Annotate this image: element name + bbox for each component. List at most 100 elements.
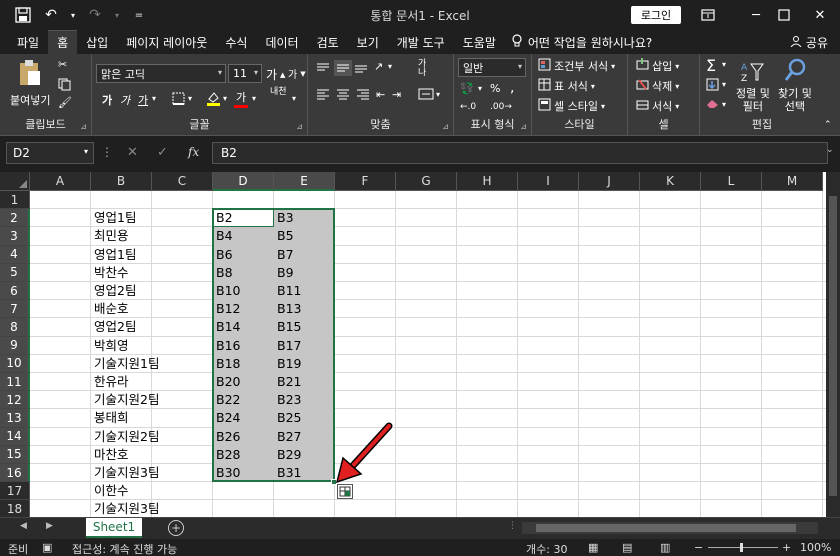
cell-b16[interactable]: 기술지원3팀 <box>91 464 159 482</box>
zoom-out-icon[interactable]: − <box>694 541 703 554</box>
zoom-level[interactable]: 100% <box>800 541 831 554</box>
tell-me-box[interactable]: 어떤 작업을 원하시나요? <box>511 33 652 51</box>
column-header-b[interactable]: B <box>91 172 152 191</box>
tab-page-layout[interactable]: 페이지 레이아웃 <box>117 30 216 54</box>
decrease-decimal-icon[interactable]: .00→ <box>490 102 512 112</box>
cell-styles-button[interactable]: 셀 스타일 ▾ <box>538 98 605 114</box>
bold-button[interactable]: 가 <box>102 92 112 108</box>
delete-cells-button[interactable]: 삭제 ▾ <box>636 78 679 94</box>
number-format-select[interactable]: 일반 ▾ <box>458 58 526 77</box>
row-header-11[interactable]: 11 <box>0 373 30 392</box>
customize-qat-icon[interactable]: = <box>128 4 150 26</box>
fill-color-dropdown-icon[interactable]: ▾ <box>223 94 227 103</box>
font-color-button[interactable]: 가 <box>234 89 248 108</box>
row-header-16[interactable]: 16 <box>0 464 30 483</box>
cell-b18[interactable]: 기술지원3팀 <box>91 500 159 517</box>
align-center-icon[interactable] <box>336 88 350 100</box>
accessibility-status[interactable]: 접근성: 계속 진행 가능 <box>72 541 177 556</box>
redo-icon[interactable]: ↷ <box>84 4 106 26</box>
comma-button[interactable]: , <box>510 80 514 96</box>
next-sheet-icon[interactable]: ▶ <box>46 521 53 531</box>
phonetic-button[interactable]: 내천 <box>270 88 287 97</box>
increase-font-icon[interactable]: 가 ▲ <box>266 66 285 83</box>
increase-decimal-icon[interactable]: ←.0 <box>460 102 476 112</box>
sort-filter-button[interactable]: AZ 정렬 및 필터 <box>736 60 770 113</box>
decrease-indent-icon[interactable]: ⇤ <box>376 88 385 101</box>
cell-b4[interactable]: 영업1팀 <box>91 246 152 264</box>
font-name-select[interactable]: 맑은 고딕 ▾ <box>96 64 226 83</box>
alignment-launcher-icon[interactable]: ⊿ <box>442 122 449 131</box>
fill-icon[interactable] <box>706 78 719 91</box>
vertical-scrollbar[interactable] <box>826 172 840 517</box>
name-box[interactable]: D2 ▾ <box>6 142 94 164</box>
column-header-c[interactable]: C <box>152 172 213 191</box>
cut-icon[interactable]: ✂ <box>58 58 67 71</box>
column-header-m[interactable]: M <box>762 172 823 191</box>
ribbon-display-options-icon[interactable] <box>688 0 728 30</box>
conditional-format-button[interactable]: 조건부 서식 ▾ <box>538 58 615 74</box>
tab-data[interactable]: 데이터 <box>256 30 307 54</box>
column-header-a[interactable]: A <box>30 172 91 191</box>
row-header-10[interactable]: 10 <box>0 354 30 373</box>
decrease-font-icon[interactable]: 가 ▼ <box>288 66 306 82</box>
row-header-1[interactable]: 1 <box>0 191 30 210</box>
border-icon[interactable] <box>172 92 185 105</box>
font-launcher-icon[interactable]: ⊿ <box>296 122 303 131</box>
worksheet-grid[interactable]: A B C D E F G H I J K L M 1 2 3 4 5 6 7 8 9 10 11 12 13 14 15 16 17 18… <box>0 172 840 517</box>
undo-dropdown-icon[interactable]: ▾ <box>68 4 78 26</box>
cell-b3[interactable]: 최민용 <box>91 227 152 245</box>
row-header-2[interactable]: 2 <box>0 209 30 228</box>
row-header-12[interactable]: 12 <box>0 391 30 410</box>
row-header-8[interactable]: 8 <box>0 318 30 337</box>
align-left-icon[interactable] <box>316 88 330 100</box>
merge-center-icon[interactable] <box>418 88 434 100</box>
insert-function-icon[interactable]: fx <box>188 145 199 159</box>
cell-b7[interactable]: 배순호 <box>91 300 152 318</box>
cancel-icon[interactable]: ✕ <box>127 145 138 160</box>
select-all-corner[interactable] <box>0 172 30 191</box>
italic-button[interactable]: 가 <box>120 92 130 108</box>
redo-dropdown-icon[interactable]: ▾ <box>112 4 122 26</box>
column-header-h[interactable]: H <box>457 172 518 191</box>
row-header-13[interactable]: 13 <box>0 409 30 428</box>
more-options-icon[interactable]: ⋮ <box>101 145 113 159</box>
undo-icon[interactable]: ↶ <box>40 4 62 26</box>
page-break-view-icon[interactable]: ▥ <box>660 541 670 554</box>
cell-b6[interactable]: 영업2팀 <box>91 282 152 300</box>
row-header-7[interactable]: 7 <box>0 300 30 319</box>
vertical-scroll-thumb[interactable] <box>829 196 837 496</box>
row-header-14[interactable]: 14 <box>0 427 30 446</box>
column-header-l[interactable]: L <box>701 172 762 191</box>
expand-formula-bar-icon[interactable]: ⌄ <box>826 145 834 155</box>
border-dropdown-icon[interactable]: ▾ <box>188 94 192 103</box>
align-top-icon[interactable] <box>316 62 330 74</box>
cell-b14[interactable]: 기술지원2팀 <box>91 428 159 446</box>
tab-file[interactable]: 파일 <box>8 30 48 54</box>
cell-b10[interactable]: 기술지원1팀 <box>91 355 159 373</box>
tab-home[interactable]: 홈 <box>48 30 78 54</box>
align-right-icon[interactable] <box>356 88 370 100</box>
cell-b9[interactable]: 박희영 <box>91 337 152 355</box>
align-middle-icon[interactable] <box>334 60 352 76</box>
find-select-button[interactable]: 찾기 및 선택 <box>778 58 812 113</box>
zoom-in-icon[interactable]: + <box>782 541 791 554</box>
column-header-j[interactable]: J <box>579 172 640 191</box>
fill-color-icon[interactable] <box>206 90 221 106</box>
phonetic-dropdown-icon[interactable]: ▾ <box>292 94 296 103</box>
row-header-18[interactable]: 18 <box>0 500 30 517</box>
format-cells-button[interactable]: 서식 ▾ <box>636 98 679 114</box>
tab-insert[interactable]: 삽입 <box>77 30 117 54</box>
row-header-15[interactable]: 15 <box>0 445 30 464</box>
row-header-4[interactable]: 4 <box>0 245 30 264</box>
add-sheet-icon[interactable]: + <box>168 520 184 536</box>
orientation-dropdown-icon[interactable]: ▾ <box>388 62 392 71</box>
copy-icon[interactable] <box>58 78 71 91</box>
tab-split-handle-icon[interactable]: ⋮ <box>508 521 517 531</box>
currency-dropdown-icon[interactable]: ▾ <box>478 84 482 93</box>
cell-b5[interactable]: 박찬수 <box>91 264 152 282</box>
clear-dropdown-icon[interactable]: ▾ <box>722 100 726 109</box>
number-launcher-icon[interactable]: ⊿ <box>520 122 527 131</box>
cell-b8[interactable]: 영업2팀 <box>91 318 152 336</box>
fill-dropdown-icon[interactable]: ▾ <box>722 80 726 89</box>
prev-sheet-icon[interactable]: ◀ <box>20 521 27 531</box>
